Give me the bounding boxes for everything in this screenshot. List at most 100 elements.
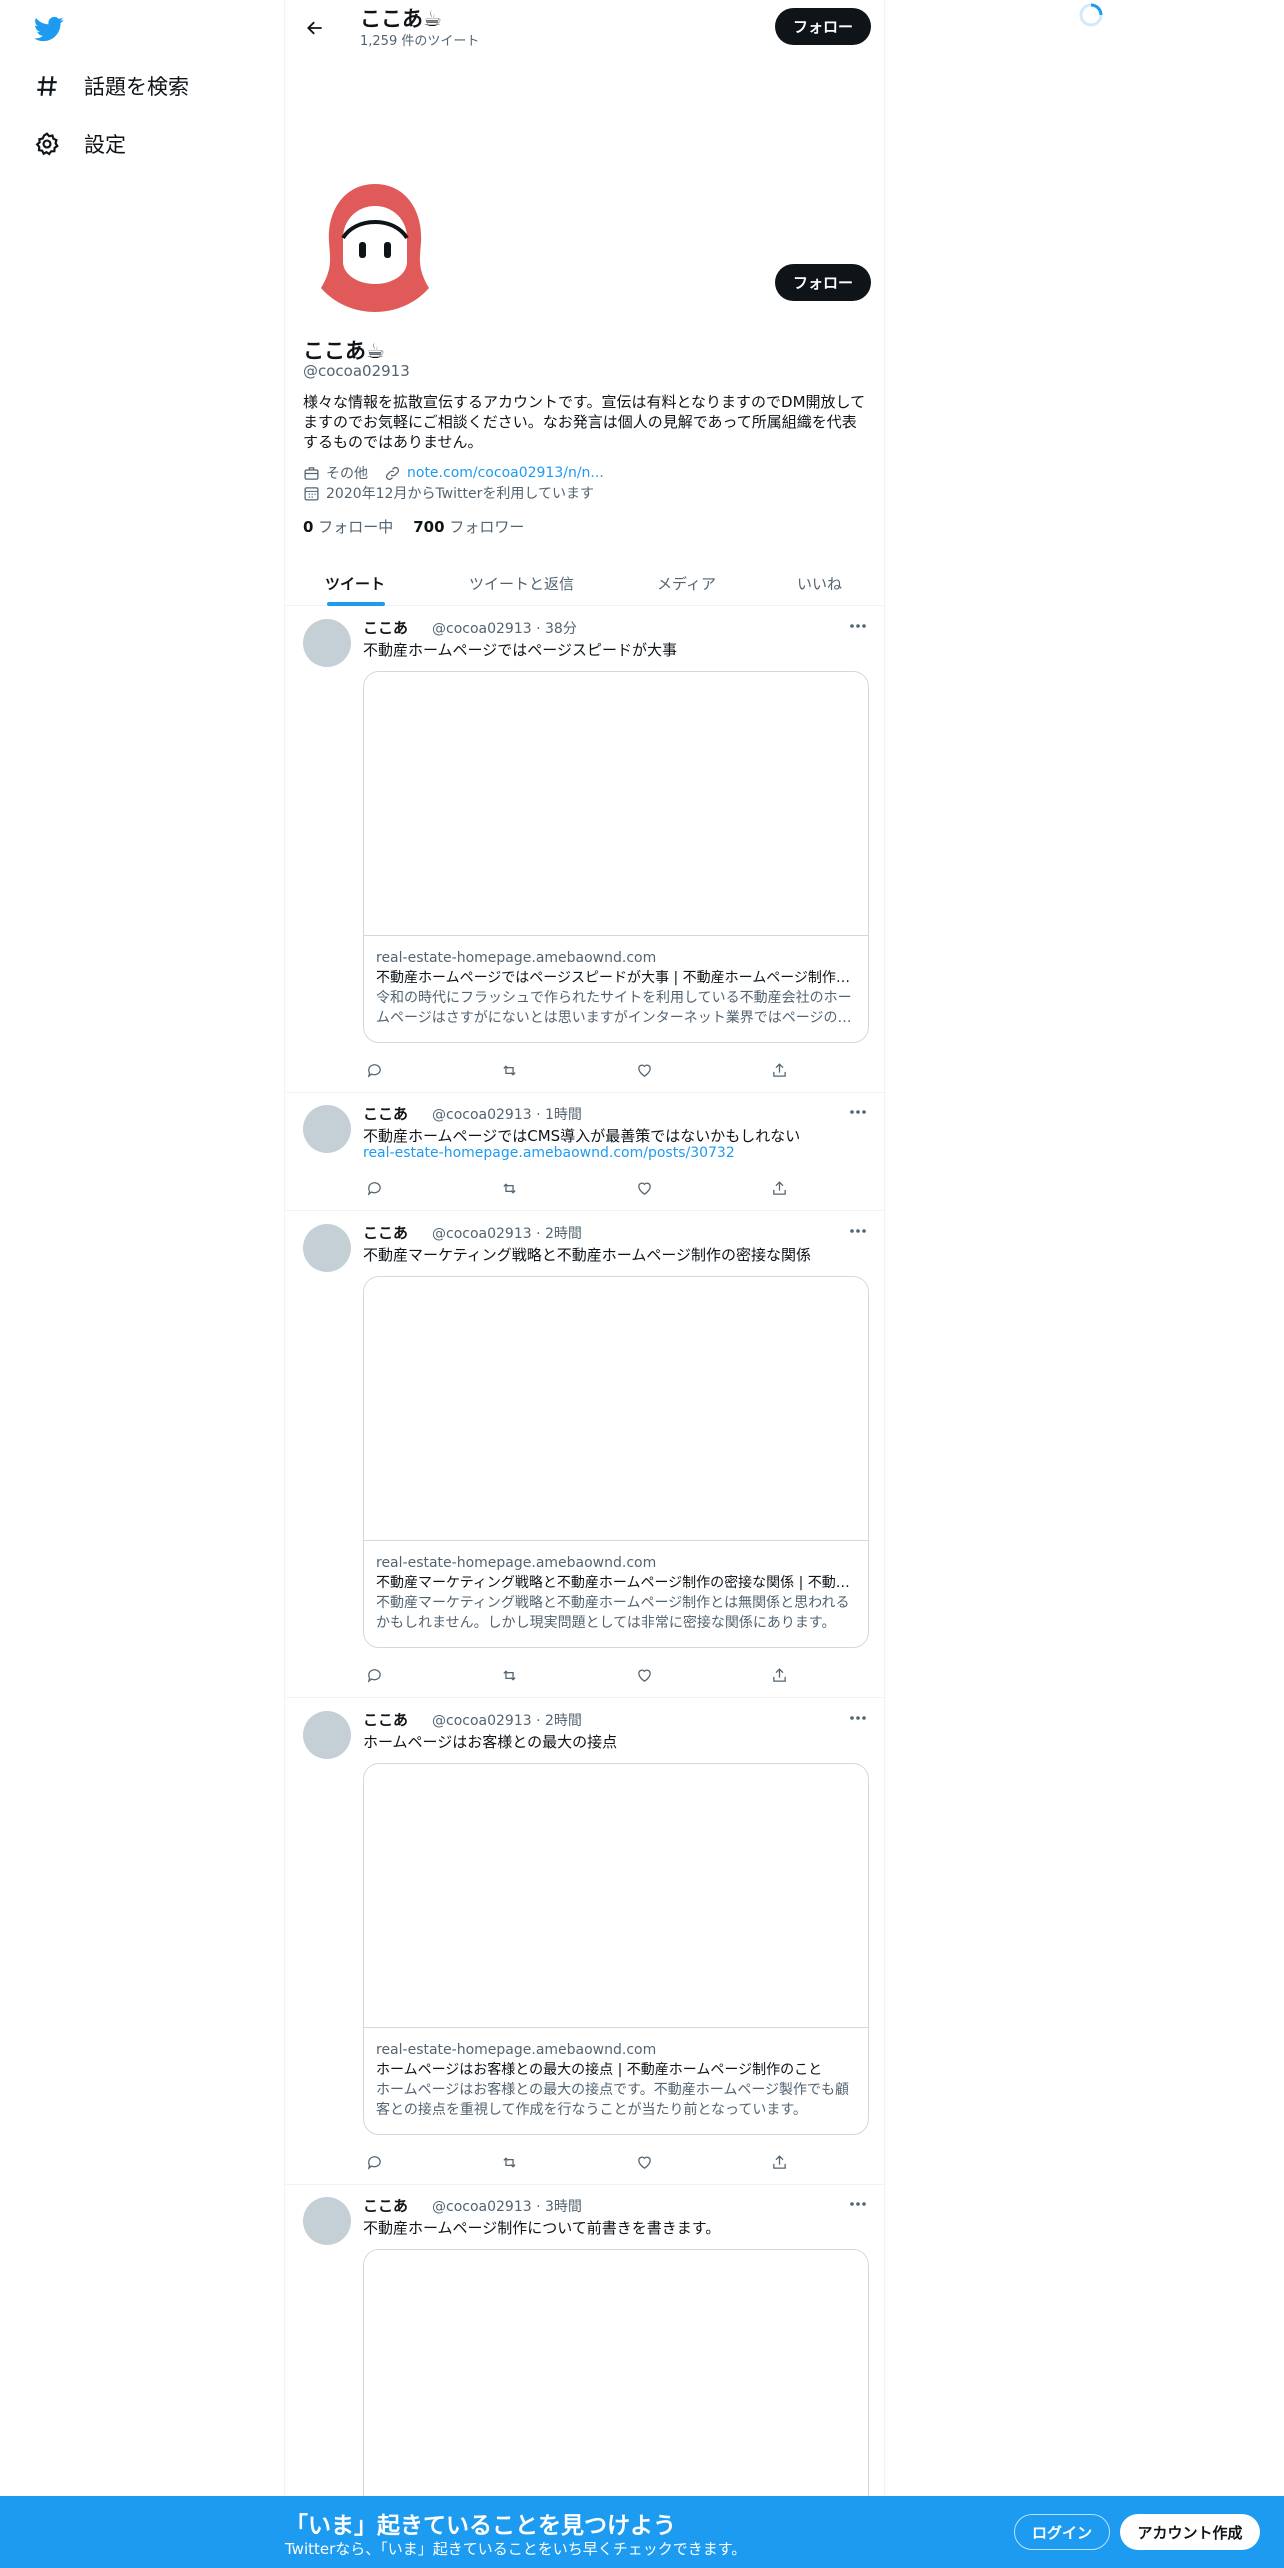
reply-icon (367, 1063, 381, 1078)
reply-button[interactable] (363, 1664, 385, 1686)
profile-follow-stats: 0 フォロー中 700 フォロワー (303, 516, 524, 537)
more-options-button[interactable] (847, 1103, 869, 1121)
tweet-avatar[interactable] (303, 1105, 351, 1153)
following-stat[interactable]: 0 フォロー中 (303, 516, 393, 537)
retweet-button[interactable] (498, 1664, 520, 1686)
like-button[interactable] (633, 1664, 655, 1686)
more-dots-icon (850, 1229, 866, 1233)
more-dots-icon (850, 2202, 866, 2206)
like-button[interactable] (633, 2151, 655, 2173)
reply-icon (367, 1181, 381, 1196)
nav-explore[interactable]: 話題を検索 (34, 66, 189, 106)
more-options-button[interactable] (847, 1709, 869, 1727)
tweet-author-name[interactable]: ここあ (363, 1709, 408, 1730)
more-options-button[interactable] (847, 1222, 869, 1240)
tab-likes[interactable]: いいね (797, 560, 842, 606)
more-dots-icon (850, 624, 866, 628)
profile-link[interactable]: note.com/cocoa02913/n/n... (407, 465, 604, 481)
reply-icon (367, 1668, 381, 1683)
link-icon (385, 466, 400, 480)
tweet-meta: @cocoa02913 · 1時間 (432, 1107, 582, 1123)
back-button[interactable] (299, 12, 331, 44)
followers-stat[interactable]: 700 フォロワー (413, 516, 524, 537)
tab-tweets[interactable]: ツイート (325, 560, 385, 606)
signup-bottom-bar: 「いま」起きていることを見つけよう Twitterなら、「いま」起きていることを… (0, 2496, 1284, 2568)
link-card[interactable]: real-estate-homepage.amebaownd.com 不動産マー… (363, 1276, 869, 1648)
header-follow-button[interactable]: フォロー (775, 8, 871, 45)
reply-button[interactable] (363, 1177, 385, 1199)
like-button[interactable] (633, 1177, 655, 1199)
retweet-button[interactable] (498, 1177, 520, 1199)
more-options-button[interactable] (847, 617, 869, 635)
nav-settings[interactable]: 設定 (34, 124, 126, 164)
retweet-button[interactable] (498, 2151, 520, 2173)
tweet-actions (363, 1177, 803, 1199)
tab-media[interactable]: メディア (657, 560, 716, 606)
link-card[interactable] (363, 2249, 869, 2509)
loading-spinner-icon (1079, 3, 1103, 27)
retweet-button[interactable] (498, 1059, 520, 1081)
share-button[interactable] (768, 1664, 790, 1686)
tweet-header: ここあ @cocoa02913 · 2時間 (363, 1222, 582, 1243)
retweet-icon (502, 1182, 516, 1194)
card-title: 不動産ホームページではページスピードが大事 | 不動産ホームページ制作のこと (376, 970, 856, 986)
profile-avatar[interactable] (315, 180, 435, 316)
tweet-item[interactable]: ここあ @cocoa02913 · 2時間 ホームページはお客様との最大の接点 … (285, 1699, 885, 2185)
tweet-meta: @cocoa02913 · 38分 (432, 621, 577, 637)
tab-tweets-replies[interactable]: ツイートと返信 (469, 560, 574, 606)
tweet-avatar[interactable] (303, 619, 351, 667)
link-card[interactable]: real-estate-homepage.amebaownd.com 不動産ホー… (363, 671, 869, 1043)
share-icon (772, 1667, 786, 1682)
tweet-meta: @cocoa02913 · 2時間 (432, 1226, 582, 1242)
card-image (364, 672, 868, 936)
tweet-header: ここあ @cocoa02913 · 3時間 (363, 2195, 582, 2216)
share-icon (772, 2154, 786, 2169)
main-column: ここあ☕ 1,259 件のツイート フォロー フォロー ここあ☕ @cocoa0… (284, 0, 885, 2568)
card-title: 不動産マーケティング戦略と不動産ホームページ制作の密接な関係 | 不動産ホームペ… (376, 1575, 856, 1591)
tweet-item[interactable]: ここあ @cocoa02913 · 38分 不動産ホームページではページスピード… (285, 607, 885, 1093)
share-icon (772, 1180, 786, 1195)
active-tab-indicator (327, 602, 385, 606)
profile-bio: 様々な情報を拡散宣伝するアカウントです。宣伝は有料となりますのでDM開放してます… (303, 393, 866, 451)
reply-button[interactable] (363, 1059, 385, 1081)
tweet-link[interactable]: real-estate-homepage.amebaownd.com/posts… (363, 1145, 735, 1161)
card-image (364, 1277, 868, 1541)
signup-button[interactable]: アカウント作成 (1120, 2514, 1260, 2550)
reply-button[interactable] (363, 2151, 385, 2173)
tweet-avatar[interactable] (303, 1224, 351, 1272)
like-button[interactable] (633, 1059, 655, 1081)
nav-explore-label: 話題を検索 (84, 75, 189, 99)
share-button[interactable] (768, 1177, 790, 1199)
more-options-button[interactable] (847, 2195, 869, 2213)
tweet-avatar[interactable] (303, 2197, 351, 2245)
tweet-text: 不動産ホームページではページスピードが大事 (363, 641, 677, 659)
link-card[interactable]: real-estate-homepage.amebaownd.com ホームペー… (363, 1763, 869, 2135)
tweet-meta: @cocoa02913 · 3時間 (432, 2199, 582, 2215)
share-button[interactable] (768, 1059, 790, 1081)
tweet-item[interactable]: ここあ @cocoa02913 · 2時間 不動産マーケティング戦略と不動産ホー… (285, 1212, 885, 1698)
nav-settings-label: 設定 (84, 133, 126, 157)
profile-joined: 2020年12月からTwitterを利用しています (326, 486, 594, 502)
tweet-author-name[interactable]: ここあ (363, 1103, 408, 1124)
twitter-logo-icon[interactable] (32, 14, 66, 44)
share-button[interactable] (768, 2151, 790, 2173)
profile-follow-button[interactable]: フォロー (775, 264, 871, 301)
tweet-avatar[interactable] (303, 1711, 351, 1759)
gear-icon (35, 132, 59, 156)
tweet-author-name[interactable]: ここあ (363, 617, 408, 638)
tweet-item[interactable]: ここあ @cocoa02913 · 3時間 不動産ホームページ制作について前書き… (285, 2185, 885, 2509)
tweet-header: ここあ @cocoa02913 · 1時間 (363, 1103, 582, 1124)
tweet-author-name[interactable]: ここあ (363, 2195, 408, 2216)
profile-joined-row: 2020年12月からTwitterを利用しています (303, 483, 594, 503)
tweet-author-name[interactable]: ここあ (363, 1222, 408, 1243)
bottom-bar-title: 「いま」起きていることを見つけよう (285, 2513, 676, 2539)
header-title: ここあ☕ (360, 7, 442, 31)
tweet-actions (363, 1664, 803, 1686)
tweet-item[interactable]: ここあ @cocoa02913 · 1時間 不動産ホームページではCMS導入が最… (285, 1093, 885, 1211)
profile-handle: @cocoa02913 (303, 362, 410, 380)
arrow-left-icon (307, 21, 322, 35)
calendar-icon (304, 486, 319, 501)
login-button[interactable]: ログイン (1014, 2514, 1110, 2550)
profile-meta-row: その他 note.com/cocoa02913/n/n... (303, 463, 604, 483)
tweet-text: 不動産ホームページではCMS導入が最善策ではないかもしれない (363, 1127, 801, 1145)
